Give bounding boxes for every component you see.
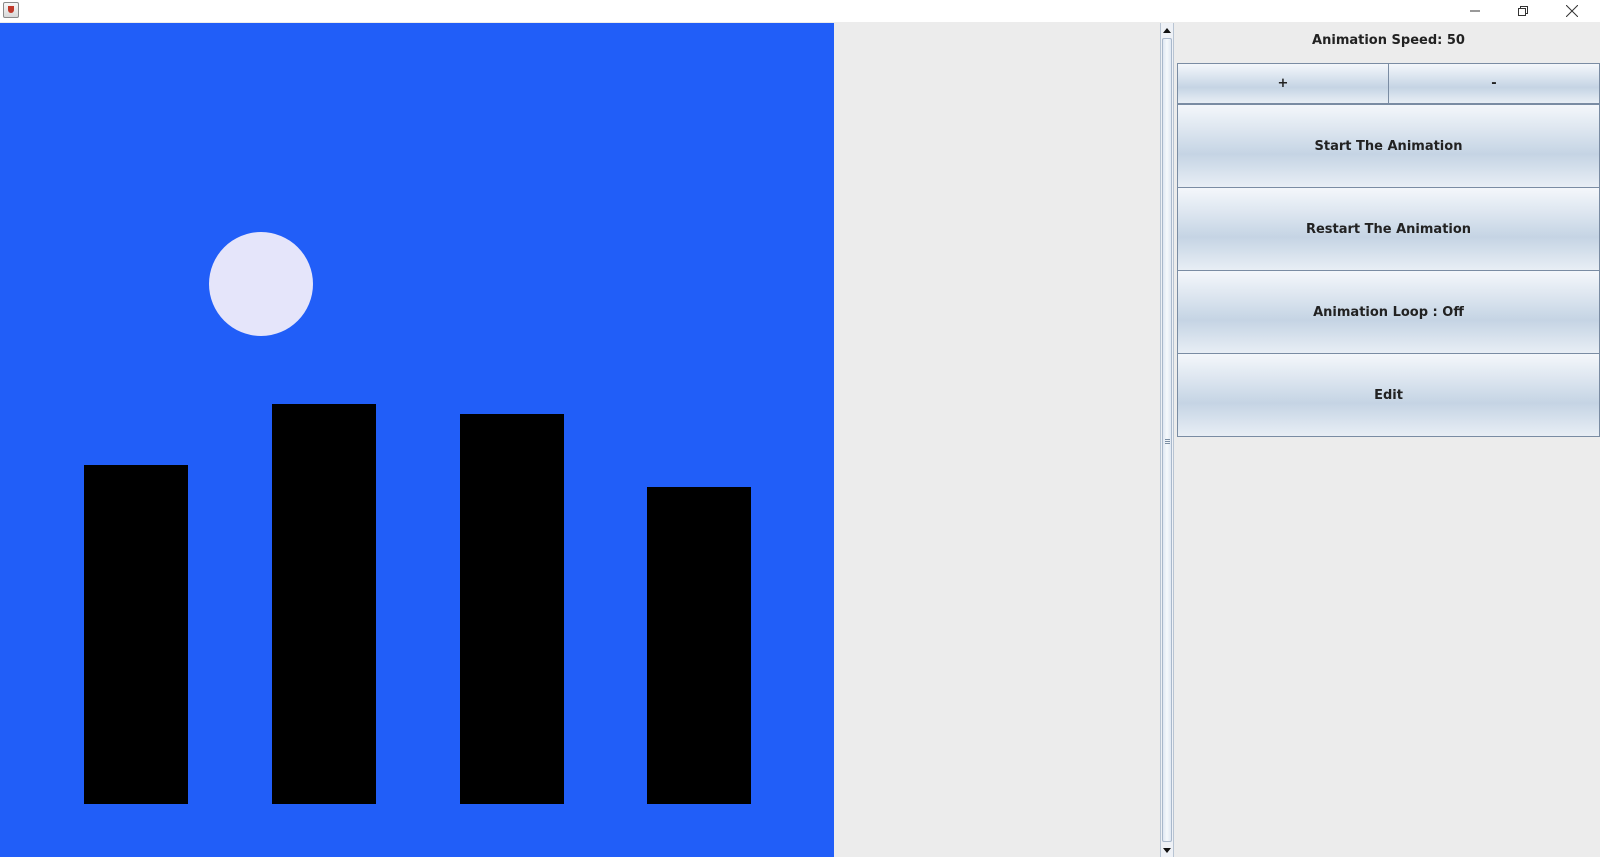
title-bar bbox=[0, 0, 1600, 22]
app-window: Animation Speed: 50 + - Start The Animat… bbox=[0, 0, 1600, 857]
moon-circle bbox=[209, 232, 313, 336]
restore-icon bbox=[1518, 6, 1528, 16]
arrow-down-icon bbox=[1163, 847, 1171, 853]
animation-loop-toggle[interactable]: Animation Loop : Off bbox=[1177, 270, 1600, 354]
grip-line bbox=[1165, 443, 1170, 444]
building-bar-4 bbox=[647, 487, 751, 804]
building-bar-1 bbox=[84, 465, 188, 804]
scroll-thumb[interactable] bbox=[1162, 38, 1172, 842]
maximize-button[interactable] bbox=[1500, 0, 1546, 22]
decrease-speed-button[interactable]: - bbox=[1388, 63, 1600, 104]
increase-speed-button[interactable]: + bbox=[1177, 63, 1389, 104]
animation-speed-label: Animation Speed: 50 bbox=[1312, 33, 1465, 48]
building-bar-3 bbox=[460, 414, 564, 804]
scroll-down-button[interactable] bbox=[1161, 843, 1173, 857]
grip-line bbox=[1165, 439, 1170, 440]
minimize-button[interactable] bbox=[1452, 0, 1498, 22]
start-animation-button[interactable]: Start The Animation bbox=[1177, 104, 1600, 188]
vertical-scrollbar[interactable] bbox=[1160, 23, 1174, 857]
close-icon bbox=[1566, 5, 1578, 17]
building-bar-2 bbox=[272, 404, 376, 804]
control-panel: Animation Speed: 50 + - Start The Animat… bbox=[1177, 23, 1600, 857]
animation-canvas bbox=[0, 23, 834, 857]
scroll-up-button[interactable] bbox=[1161, 23, 1173, 37]
close-button[interactable] bbox=[1549, 0, 1595, 22]
minimize-icon bbox=[1470, 10, 1480, 12]
edit-button[interactable]: Edit bbox=[1177, 353, 1600, 437]
restart-animation-button[interactable]: Restart The Animation bbox=[1177, 187, 1600, 271]
arrow-up-icon bbox=[1163, 27, 1171, 33]
java-cup-icon[interactable] bbox=[3, 2, 19, 18]
grip-line bbox=[1165, 441, 1170, 442]
